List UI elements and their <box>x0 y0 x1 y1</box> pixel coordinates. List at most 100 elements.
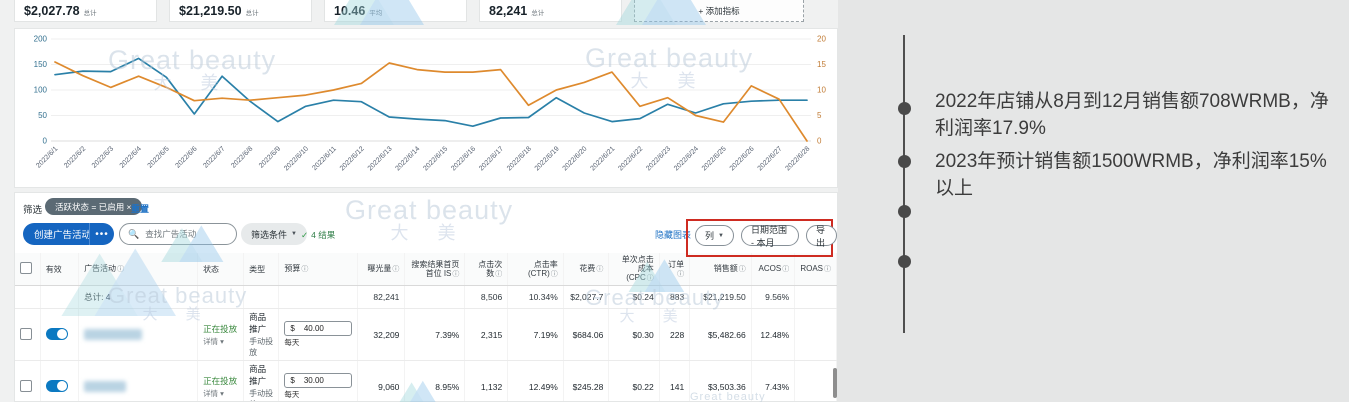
metric-sales[interactable]: $21,219.50 总计 <box>169 0 312 22</box>
vertical-scrollbar[interactable] <box>833 368 837 398</box>
x-axis-label: 2022/6/15 <box>422 145 449 172</box>
info-icon[interactable]: ⓘ <box>452 271 459 278</box>
x-axis-label: 2022/6/13 <box>367 145 394 172</box>
metric-label: 平均 <box>369 7 382 17</box>
x-axis-label: 2022/6/2 <box>63 145 87 169</box>
left-axis-tick: 50 <box>38 111 47 120</box>
totals-cb <box>15 286 40 309</box>
export-button[interactable]: 导出 <box>806 225 837 246</box>
cell-is: 8.95% <box>405 361 465 402</box>
info-icon[interactable]: ⓘ <box>301 266 308 273</box>
header-toggle: 有效 <box>40 253 78 286</box>
search-icon: 🔍 <box>128 229 139 240</box>
column-header: 状态 <box>203 265 219 274</box>
orange-series <box>55 62 807 141</box>
cell-cpc: $0.30 <box>609 309 659 361</box>
header-clicks[interactable]: 点击次数ⓘ <box>465 253 508 286</box>
totals-status <box>198 286 244 309</box>
header-sales[interactable]: 销售额ⓘ <box>690 253 752 286</box>
header-ctr[interactable]: 点击率 (CTR)ⓘ <box>508 253 564 286</box>
header-budget[interactable]: 预算ⓘ <box>279 253 358 286</box>
cell-impressions: 9,060 <box>358 361 405 402</box>
campaign-name-redacted[interactable] <box>84 329 142 340</box>
metrics-bar: $2,027.78 总计 $21,219.50 总计 10.46 平均 82,2… <box>14 0 804 22</box>
header-is[interactable]: 搜索结果首页首位 ISⓘ <box>405 253 465 286</box>
campaign-enabled-toggle[interactable] <box>46 328 68 340</box>
status-detail-link[interactable]: 详情 ▾ <box>203 336 238 347</box>
cell-status: 正在投放详情 ▾ <box>198 309 244 361</box>
performance-chart-card: 050100150200051015202022/6/12022/6/22022… <box>14 28 838 188</box>
column-header: 广告活动 <box>84 264 116 273</box>
metric-spend[interactable]: $2,027.78 总计 <box>14 0 157 22</box>
budget-period: 每天 <box>284 389 352 400</box>
x-axis-label: 2022/6/5 <box>147 145 171 169</box>
left-axis-tick: 200 <box>34 35 48 44</box>
row-checkbox[interactable] <box>20 328 32 340</box>
cell-cpc: $0.22 <box>609 361 659 402</box>
info-icon[interactable]: ⓘ <box>495 271 502 278</box>
totals-clicks: 8,506 <box>465 286 508 309</box>
header-cpc[interactable]: 单次点击成本 (CPCⓘ <box>609 253 659 286</box>
x-axis-label: 2022/6/17 <box>478 145 505 172</box>
left-axis-tick: 150 <box>34 60 48 69</box>
x-axis-label: 2022/6/3 <box>91 145 115 169</box>
cell-status: 正在投放详情 ▾ <box>198 361 244 402</box>
cell-acos: 12.48% <box>751 309 794 361</box>
info-icon[interactable]: ⓘ <box>392 266 399 273</box>
header-spend[interactable]: 花费ⓘ <box>563 253 609 286</box>
search-input[interactable] <box>143 228 227 240</box>
x-axis-label: 2022/6/26 <box>729 145 756 172</box>
add-metric-button[interactable]: + 添加指标 <box>634 0 804 22</box>
budget-input[interactable]: $30.00 <box>284 373 352 388</box>
date-range-button[interactable]: 日期范围 - 本月 <box>741 225 799 246</box>
info-icon[interactable]: ⓘ <box>739 266 746 273</box>
x-axis-label: 2022/6/9 <box>258 145 282 169</box>
right-axis-tick: 20 <box>817 35 826 44</box>
header-roas[interactable]: ROASⓘ <box>795 253 837 286</box>
info-icon[interactable]: ⓘ <box>782 266 789 273</box>
info-icon[interactable]: ⓘ <box>117 266 124 273</box>
header-impressions[interactable]: 曝光量ⓘ <box>358 253 405 286</box>
campaign-type: 商品推广 <box>249 311 273 335</box>
cell-type: 商品推广手动投放 <box>244 361 279 402</box>
budget-period: 每天 <box>284 337 352 348</box>
cell-cb <box>15 361 40 402</box>
more-actions-button[interactable]: ••• <box>89 223 114 245</box>
info-icon[interactable]: ⓘ <box>596 266 603 273</box>
info-icon[interactable]: ⓘ <box>677 271 684 278</box>
status-detail-link[interactable]: 详情 ▾ <box>203 388 238 399</box>
info-icon[interactable]: ⓘ <box>551 271 558 278</box>
row-checkbox[interactable] <box>20 380 32 392</box>
metric-roas[interactable]: 10.46 平均 <box>324 0 467 22</box>
campaign-search[interactable]: 🔍 <box>119 223 237 245</box>
column-header: ACOS <box>759 264 782 273</box>
x-axis-label: 2022/6/24 <box>673 145 700 172</box>
info-icon[interactable]: ⓘ <box>647 275 654 282</box>
campaign-name-redacted[interactable] <box>84 381 126 392</box>
totals-budget <box>279 286 358 309</box>
cell-toggle <box>40 309 78 361</box>
cell-clicks: 2,315 <box>465 309 508 361</box>
header-type[interactable]: 类型 <box>244 253 279 286</box>
active-status-filter-chip[interactable]: 活跃状态 = 已启用 × <box>45 198 142 215</box>
cell-spend: $245.28 <box>563 361 609 402</box>
header-status[interactable]: 状态 <box>198 253 244 286</box>
reset-filters-link[interactable]: 重置 <box>131 202 149 215</box>
filter-conditions-dropdown[interactable]: 筛选条件 ▼ <box>241 223 307 245</box>
budget-input[interactable]: $40.00 <box>284 321 352 336</box>
x-axis-label: 2022/6/27 <box>757 145 784 172</box>
header-acos[interactable]: ACOSⓘ <box>751 253 794 286</box>
totals-acos: 9.56% <box>751 286 794 309</box>
x-axis-label: 2022/6/1 <box>35 145 59 169</box>
timeline-dot <box>898 102 911 115</box>
header-orders[interactable]: 订单ⓘ <box>659 253 689 286</box>
info-icon[interactable]: ⓘ <box>824 266 831 273</box>
filter-conditions-label: 筛选条件 <box>251 228 287 241</box>
campaign-enabled-toggle[interactable] <box>46 380 68 392</box>
campaigns-table: 有效广告活动ⓘ状态类型预算ⓘ曝光量ⓘ搜索结果首页首位 ISⓘ点击次数ⓘ点击率 (… <box>15 253 837 402</box>
header-name[interactable]: 广告活动ⓘ <box>79 253 198 286</box>
columns-button[interactable]: 列 ▼ <box>695 225 734 246</box>
metric-impressions[interactable]: 82,241 总计 <box>479 0 622 22</box>
totals-roas <box>795 286 837 309</box>
select-all-checkbox[interactable] <box>20 262 32 274</box>
